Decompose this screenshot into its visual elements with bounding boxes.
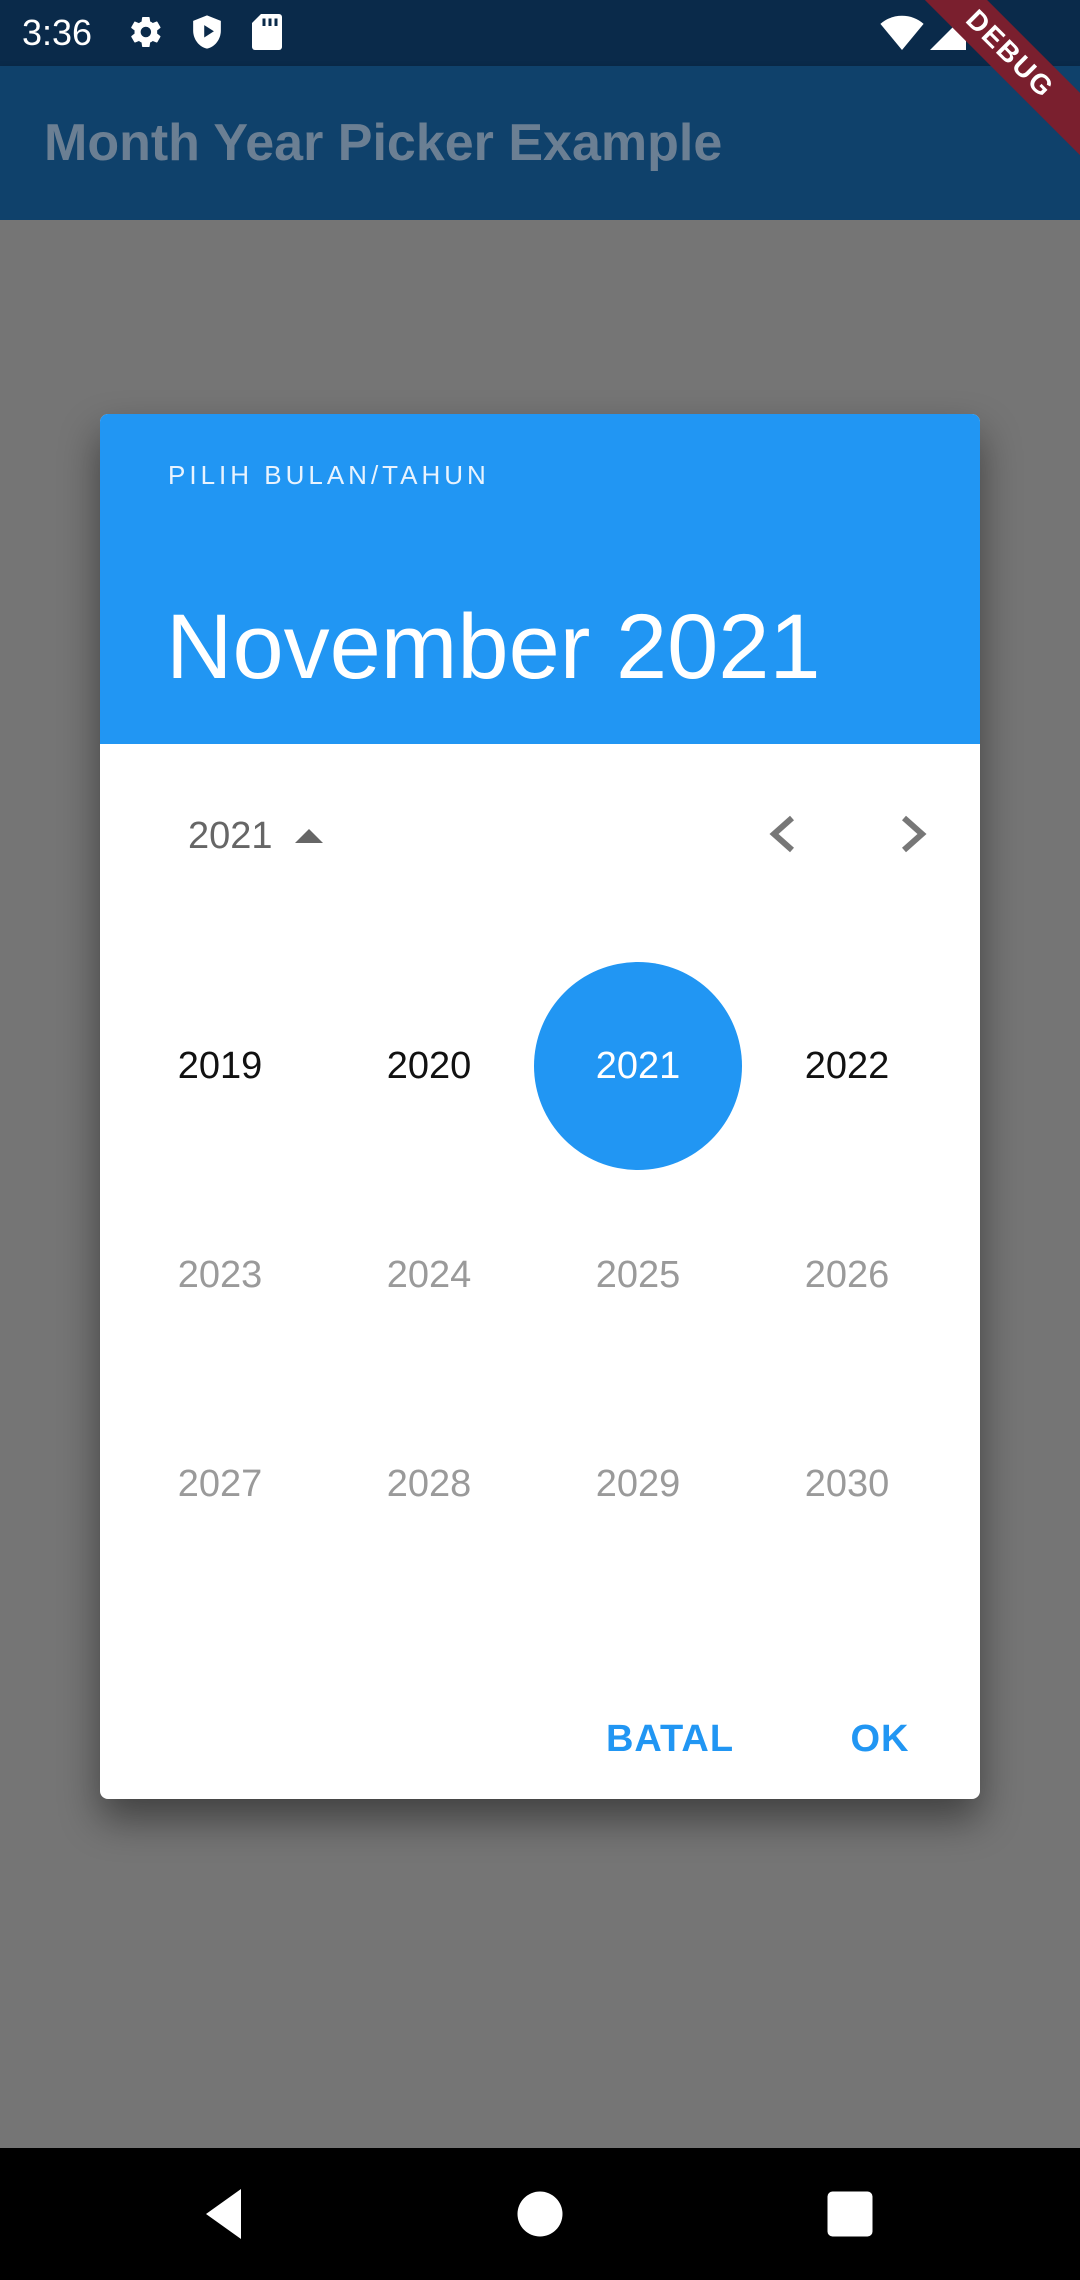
year-label: 2024 bbox=[386, 1253, 472, 1296]
year-cell-2020[interactable]: 2020 bbox=[325, 962, 533, 1170]
year-cell-2021-selected[interactable]: 2021 bbox=[534, 962, 742, 1170]
nav-back-button[interactable] bbox=[196, 2184, 256, 2244]
status-time: 3:36 bbox=[22, 12, 93, 53]
dialog-overline: PILIH BULAN/TAHUN bbox=[168, 460, 490, 490]
nav-home-button[interactable] bbox=[510, 2184, 570, 2244]
year-label: 2019 bbox=[177, 1044, 263, 1087]
chevron-right-icon bbox=[900, 814, 928, 859]
arrow-up-icon bbox=[294, 829, 323, 843]
year-label: 2028 bbox=[386, 1462, 472, 1505]
ok-button[interactable]: OK bbox=[820, 1694, 940, 1784]
chevron-left-icon bbox=[768, 814, 796, 859]
selected-year-label: 2021 bbox=[534, 962, 742, 1170]
year-cell-2028: 2028 bbox=[325, 1380, 533, 1588]
year-label: 2029 bbox=[595, 1462, 681, 1505]
gear-icon bbox=[128, 14, 164, 50]
month-year-picker-dialog: PILIH BULAN/TAHUN November 2021 2021 201… bbox=[100, 414, 980, 1799]
previous-page-button[interactable] bbox=[750, 804, 814, 868]
year-label: 2023 bbox=[177, 1253, 263, 1296]
year-cell-2030: 2030 bbox=[743, 1380, 951, 1588]
year-cell-2023: 2023 bbox=[116, 1171, 324, 1379]
status-bar: 3:36 bbox=[0, 0, 1080, 66]
nav-recents-button[interactable] bbox=[820, 2184, 880, 2244]
year-label: 2020 bbox=[386, 1044, 472, 1087]
year-cell-2027: 2027 bbox=[116, 1380, 324, 1588]
year-cell-2024: 2024 bbox=[325, 1171, 533, 1379]
year-cell-2029: 2029 bbox=[534, 1380, 742, 1588]
year-grid: 2019 2020 2021 2022 2023 2024 2025 2026 … bbox=[116, 962, 952, 1592]
cancel-button[interactable]: BATAL bbox=[590, 1694, 750, 1784]
back-triangle-icon bbox=[196, 2189, 256, 2248]
selected-date-headline: November 2021 bbox=[166, 596, 821, 698]
sd-card-icon bbox=[252, 14, 282, 50]
year-mode-toggle[interactable]: 2021 bbox=[188, 804, 323, 868]
dialog-header: PILIH BULAN/TAHUN November 2021 bbox=[100, 414, 980, 744]
system-navigation-bar bbox=[0, 2148, 1080, 2280]
app-bar: Month Year Picker Example bbox=[0, 66, 1080, 220]
year-label: 2026 bbox=[804, 1253, 890, 1296]
year-label: 2022 bbox=[804, 1044, 890, 1087]
year-label: 2030 bbox=[804, 1462, 890, 1505]
year-cell-2022[interactable]: 2022 bbox=[743, 962, 951, 1170]
app-title: Month Year Picker Example bbox=[44, 114, 723, 172]
year-cell-2019[interactable]: 2019 bbox=[116, 962, 324, 1170]
year-label: 2027 bbox=[177, 1462, 263, 1505]
year-cell-2025: 2025 bbox=[534, 1171, 742, 1379]
year-cell-2026: 2026 bbox=[743, 1171, 951, 1379]
recents-square-icon bbox=[820, 2191, 880, 2248]
next-page-button[interactable] bbox=[882, 804, 946, 868]
year-toggle-label: 2021 bbox=[188, 815, 273, 857]
shield-play-icon bbox=[190, 14, 224, 50]
wifi-icon bbox=[880, 14, 924, 50]
home-circle-icon bbox=[510, 2191, 570, 2248]
year-label: 2025 bbox=[595, 1253, 681, 1296]
